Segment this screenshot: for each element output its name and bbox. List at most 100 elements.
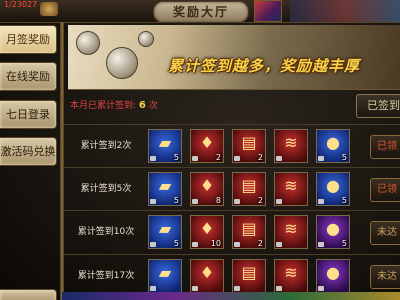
reward-item-slot-red-book[interactable]: ▤ 2 <box>232 215 266 249</box>
item-quantity: 5 <box>173 153 179 162</box>
item-quantity: 2 <box>257 196 263 205</box>
item-quantity: 5 <box>341 239 347 248</box>
bound-lock-icon <box>234 199 240 204</box>
reward-hall-window: 1/23027 奖励大厅 月签奖励 在线奖励 七日登录 激活码兑换 累计签到越多… <box>0 0 400 300</box>
reward-item-slot-gold-orb[interactable]: ● 5 <box>316 215 350 249</box>
reward-item-slot-red-pouch[interactable]: ♦ <box>190 259 224 293</box>
reward-item-slot-scroll[interactable]: ≋ <box>274 259 308 293</box>
reward-item-slot-red-pouch[interactable]: ♦ 8 <box>190 172 224 206</box>
gold-orb-icon: ● <box>326 219 340 238</box>
gold-ingot-icon: ▰ <box>158 219 172 238</box>
tab-more[interactable] <box>0 289 57 300</box>
red-book-icon: ▤ <box>241 176 257 195</box>
reward-item-slot-gold-orb[interactable]: ● <box>316 259 350 293</box>
scroll-icon: ≋ <box>284 263 298 282</box>
reward-item-slot-red-pouch[interactable]: ♦ 2 <box>190 129 224 163</box>
bound-lock-icon <box>192 156 198 161</box>
bound-lock-icon <box>318 156 324 161</box>
red-pouch-icon: ♦ <box>199 176 215 195</box>
coin-icon <box>138 31 154 47</box>
bound-lock-icon <box>318 242 324 247</box>
reward-row-label: 累计签到10次 <box>77 227 135 237</box>
bound-lock-icon <box>318 286 324 291</box>
claim-status-button[interactable]: 未达 <box>370 265 400 289</box>
reward-item-slot-gold-ingot[interactable]: ▰ 5 <box>148 129 182 163</box>
tab-activation-code[interactable]: 激活码兑换 <box>0 137 57 166</box>
tab-seven-day-login[interactable]: 七日登录 <box>0 100 57 129</box>
reward-row-label: 累计签到2次 <box>80 141 132 151</box>
bound-lock-icon <box>276 242 282 247</box>
scene-backdrop <box>290 0 400 22</box>
bound-lock-icon <box>150 156 156 161</box>
red-pouch-icon: ♦ <box>199 133 215 152</box>
reward-row-label: 累计签到17次 <box>77 271 135 281</box>
reward-item-slot-gold-ingot[interactable]: ▰ 5 <box>148 215 182 249</box>
player-status-icon <box>40 2 58 16</box>
bound-lock-icon <box>234 156 240 161</box>
bound-lock-icon <box>318 199 324 204</box>
gold-ingot-icon: ▰ <box>158 176 172 195</box>
bound-lock-icon <box>150 286 156 291</box>
bottom-hud-strip <box>62 292 400 300</box>
tab-monthly-signin[interactable]: 月签奖励 <box>0 25 57 54</box>
reward-item-slot-red-book[interactable]: ▤ 2 <box>232 172 266 206</box>
hp-readout: 1/23027 <box>4 0 38 9</box>
signin-count-value: 6 <box>138 100 146 111</box>
reward-item-slot-gold-ingot[interactable]: ▰ 5 <box>148 172 182 206</box>
item-quantity: 5 <box>341 196 347 205</box>
reward-row: 累计签到2次 ▰ 5 ♦ 2 ▤ 2 ≋ ● 5 已领 <box>64 125 400 167</box>
reward-item-slot-red-book[interactable]: ▤ <box>232 259 266 293</box>
reward-item-slot-gold-orb[interactable]: ● 5 <box>316 129 350 163</box>
coin-icon <box>76 31 100 55</box>
bound-lock-icon <box>276 156 282 161</box>
reward-item-slot-red-pouch[interactable]: ♦ 10 <box>190 215 224 249</box>
signin-count: 本月已累计签到: 6 次 <box>70 98 158 111</box>
reward-item-slot-scroll[interactable]: ≋ <box>274 129 308 163</box>
bound-lock-icon <box>192 242 198 247</box>
red-book-icon: ▤ <box>241 133 257 152</box>
signin-count-prefix: 本月已累计签到: <box>70 101 137 111</box>
reward-row: 累计签到10次 ▰ 5 ♦ 10 ▤ 2 ≋ ● 5 未达 <box>64 211 400 253</box>
bound-lock-icon <box>276 199 282 204</box>
bound-lock-icon <box>192 199 198 204</box>
reward-row-label: 累计签到5次 <box>80 184 132 194</box>
signed-button[interactable]: 已签到 <box>356 94 400 118</box>
signin-banner: 累计签到越多，奖励越丰厚 <box>68 25 400 90</box>
gold-ingot-icon: ▰ <box>158 133 172 152</box>
claim-status-button[interactable]: 已领 <box>370 178 400 202</box>
item-quantity: 5 <box>341 153 347 162</box>
red-book-icon: ▤ <box>241 219 257 238</box>
panel-title: 奖励大厅 <box>153 1 249 23</box>
top-bar: 1/23027 奖励大厅 <box>0 0 400 23</box>
item-quantity: 2 <box>257 239 263 248</box>
item-quantity: 2 <box>257 153 263 162</box>
item-quantity: 5 <box>173 196 179 205</box>
item-quantity: 10 <box>210 239 221 248</box>
banner-slogan: 累计签到越多，奖励越丰厚 <box>168 57 361 75</box>
scroll-icon: ≋ <box>284 219 298 238</box>
claim-status-button[interactable]: 已领 <box>370 135 400 159</box>
claim-status-button[interactable]: 未达 <box>370 221 400 245</box>
bound-lock-icon <box>150 242 156 247</box>
bound-lock-icon <box>234 242 240 247</box>
reward-item-slot-red-book[interactable]: ▤ 2 <box>232 129 266 163</box>
bound-lock-icon <box>276 286 282 291</box>
hero-portrait-icon[interactable] <box>254 0 282 22</box>
reward-row: 累计签到17次 ▰ ♦ ▤ ≋ ● 未达 <box>64 255 400 297</box>
bound-lock-icon <box>150 199 156 204</box>
scroll-icon: ≋ <box>284 176 298 195</box>
gold-ingot-icon: ▰ <box>158 263 172 282</box>
bound-lock-icon <box>234 286 240 291</box>
item-quantity: 5 <box>173 239 179 248</box>
reward-item-slot-gold-ingot[interactable]: ▰ <box>148 259 182 293</box>
reward-row: 累计签到5次 ▰ 5 ♦ 8 ▤ 2 ≋ ● 5 已领 <box>64 168 400 210</box>
tab-online-reward[interactable]: 在线奖励 <box>0 62 57 91</box>
reward-item-slot-scroll[interactable]: ≋ <box>274 172 308 206</box>
reward-item-slot-gold-orb[interactable]: ● 5 <box>316 172 350 206</box>
bound-lock-icon <box>192 286 198 291</box>
reward-item-slot-scroll[interactable]: ≋ <box>274 215 308 249</box>
item-quantity: 8 <box>215 196 221 205</box>
coin-icon <box>106 47 138 79</box>
gold-orb-icon: ● <box>326 176 340 195</box>
signin-count-unit: 次 <box>148 101 158 111</box>
